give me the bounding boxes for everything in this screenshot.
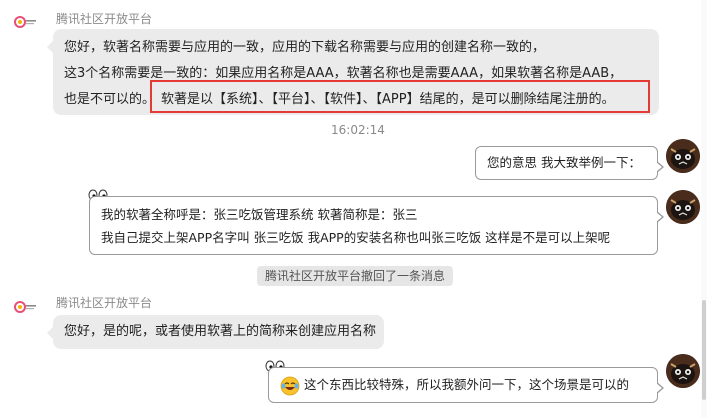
message-bubble: 您好，是的呢，或者使用软著上的简称来创建应用名称 — [47, 315, 384, 349]
user-avatar[interactable] — [666, 190, 700, 224]
message-text: 也是不可以的。 — [64, 92, 156, 107]
message-text: 您的意思 我大致举例一下： — [487, 155, 641, 170]
message-bubble: 这个东西比较特殊，所以我额外问一下，这个场景是可以的 — [268, 367, 664, 403]
sender-avatar[interactable] — [10, 293, 38, 321]
recall-notice: 腾讯社区开放平台撤回了一条消息 — [257, 266, 454, 286]
highlight-box — [150, 80, 650, 113]
timestamp: 16:02:14 — [331, 123, 385, 137]
message-line: 这个东西比较特殊，所以我额外问一下，这个场景是可以的 — [280, 373, 657, 396]
message-text: 您好，是的呢，或者使用软著上的简称来创建应用名称 — [64, 324, 377, 339]
message-bubble: 您的意思 我大致举例一下： — [475, 146, 664, 180]
tencent-logo-icon — [14, 301, 36, 313]
user-avatar[interactable] — [666, 354, 700, 388]
sender-name: 腾讯社区开放平台 — [56, 296, 153, 310]
cat-avatar-icon — [666, 354, 700, 388]
message-bubble: 我的软著全称呼是：张三吃饭管理系统 软著简称是：张三 我自己提交上架APP名字叫… — [89, 196, 664, 255]
message-text: 这个东西比较特殊，所以我额外问一下，这个场景是可以的 — [304, 377, 630, 392]
tencent-logo-icon — [14, 16, 36, 28]
cat-avatar-icon — [666, 139, 700, 173]
sender-name: 腾讯社区开放平台 — [56, 12, 153, 26]
message-line: 您好，软著名称需要与应用的一致，应用的下载名称需要与应用的创建名称一致的， — [64, 40, 546, 55]
scrollbar-thumb[interactable] — [702, 300, 706, 400]
message-line: 我的软著全称呼是：张三吃饭管理系统 软著简称是：张三 — [101, 207, 418, 222]
sender-avatar[interactable] — [10, 8, 38, 36]
user-avatar[interactable] — [666, 139, 700, 173]
message-line: 我自己提交上架APP名字叫 张三吃饭 我APP的安装名称也叫张三吃饭 这样是不是… — [101, 230, 611, 245]
cat-avatar-icon — [666, 190, 700, 224]
laughing-tears-icon — [280, 376, 300, 395]
